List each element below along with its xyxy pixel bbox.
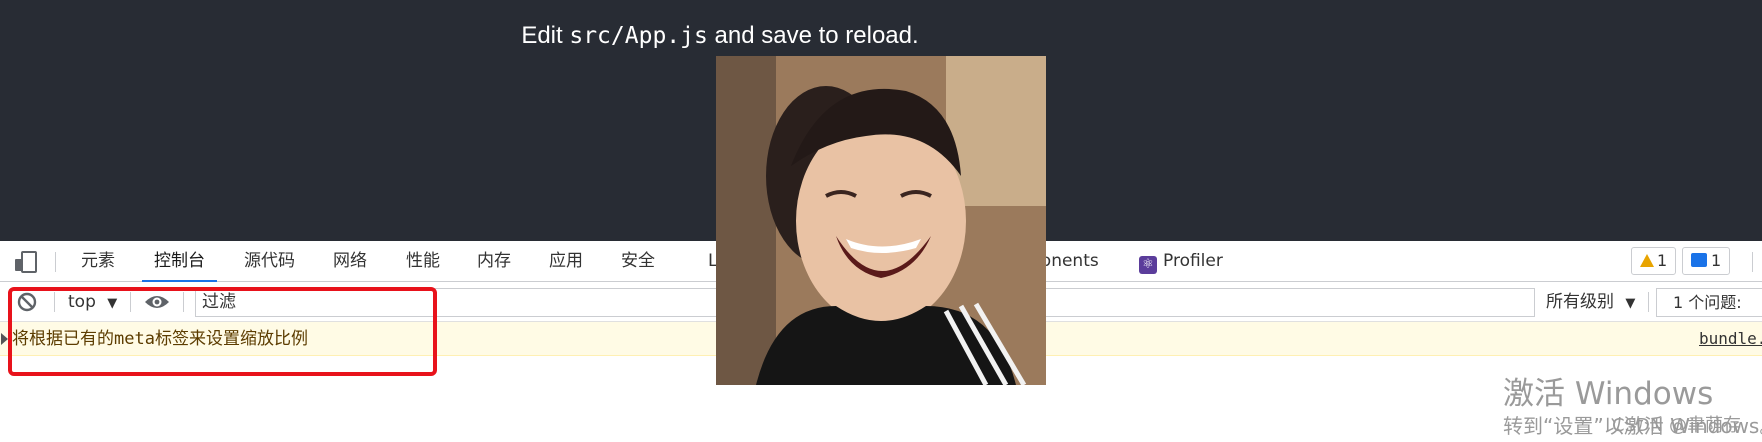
warnings-badge[interactable]: 1 [1631, 247, 1677, 275]
toolbar-separator [1752, 252, 1753, 272]
tab-application[interactable]: 应用 [549, 241, 583, 282]
tab-performance[interactable]: 性能 [406, 241, 440, 282]
message-icon [1691, 253, 1707, 267]
tab-elements[interactable]: 元素 [81, 241, 115, 282]
tab-memory[interactable]: 内存 [477, 241, 511, 282]
tab-profiler[interactable]: ⚛ Profiler [1139, 241, 1223, 282]
red-highlight-annotation [8, 287, 437, 376]
instruction-code: src/App.js [569, 23, 708, 49]
log-levels-label: 所有级别 [1546, 292, 1614, 312]
warnings-count: 1 [1657, 251, 1668, 270]
tab-network[interactable]: 网络 [333, 241, 367, 282]
dropdown-arrow-icon: ▼ [1625, 296, 1636, 311]
csdn-watermark: CSDN @聿荫存 [1612, 415, 1742, 436]
toolbar-separator [55, 252, 56, 272]
messages-count: 1 [1711, 251, 1722, 270]
react-profiler-icon: ⚛ [1139, 256, 1157, 274]
device-toolbar-icon[interactable] [14, 251, 38, 273]
warning-icon [1640, 254, 1654, 267]
toolbar-separator [1648, 292, 1649, 312]
issues-button[interactable]: 1 个问题: [1656, 288, 1762, 317]
instruction-suffix: and save to reload. [707, 22, 919, 49]
tab-console[interactable]: 控制台 [142, 241, 217, 282]
tab-sources[interactable]: 源代码 [244, 241, 295, 282]
overlay-photo [716, 56, 1046, 385]
app-instruction-text: Edit src/App.js and save to reload. [0, 22, 1440, 50]
messages-badge[interactable]: 1 [1682, 247, 1731, 275]
log-levels-dropdown[interactable]: 所有级别 ▼ [1546, 282, 1635, 322]
instruction-prefix: Edit [521, 22, 570, 49]
console-source-link[interactable]: bundle. [1699, 322, 1762, 356]
windows-activation-title: 激活 Windows [1503, 376, 1714, 412]
photo-illustration [716, 56, 1046, 385]
tab-profiler-label: Profiler [1163, 251, 1223, 271]
tab-security[interactable]: 安全 [621, 241, 655, 282]
expand-arrow-icon[interactable] [1, 333, 8, 345]
